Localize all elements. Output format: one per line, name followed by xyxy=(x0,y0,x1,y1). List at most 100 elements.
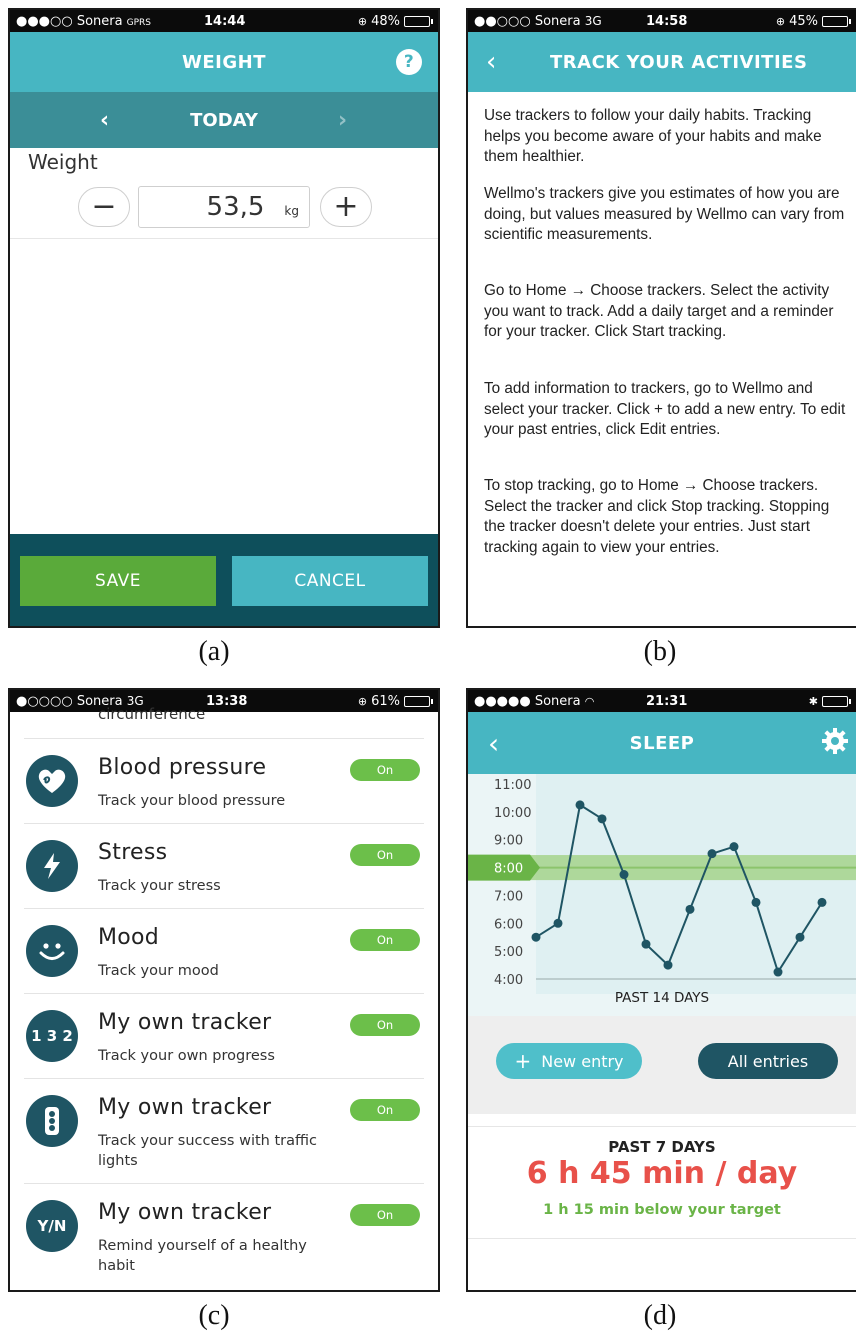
y-tick-label: 4:00 xyxy=(494,973,523,988)
rotation-lock-icon: ⊕ xyxy=(357,14,368,28)
tracker-toggle[interactable]: On xyxy=(350,1014,420,1036)
carrier-label: ●●○○○ Sonera 3G xyxy=(474,14,602,29)
weight-input[interactable]: 53,5 kg xyxy=(138,186,310,228)
bluetooth-icon: ✱ xyxy=(808,694,818,708)
sleep-point xyxy=(817,897,827,907)
y-tick-label: 6:00 xyxy=(494,917,523,932)
sleep-chart-area: 11:00 10:00 9:00 8:00 7:00 6:00 5:00 4:00 xyxy=(468,774,856,1016)
weight-value: 53,5 xyxy=(206,192,265,222)
carrier-text: ●●○○○ Sonera xyxy=(474,13,581,29)
y-tick-label: 11:00 xyxy=(494,778,531,793)
sleep-point xyxy=(619,870,629,880)
sleep-point xyxy=(531,932,541,942)
tracker-row[interactable]: Blood pressure Track your blood pressure… xyxy=(24,738,424,823)
tracker-toggle[interactable]: On xyxy=(350,929,420,951)
divider xyxy=(468,1238,856,1239)
weight-label: Weight xyxy=(28,150,98,174)
tracker-subtitle: Remind yourself of a healthy habit xyxy=(98,1238,307,1274)
tracker-row[interactable]: Stress Track your stress On xyxy=(24,823,424,908)
yes-no-icon: Y/N xyxy=(26,1200,78,1252)
back-button[interactable]: ‹ xyxy=(486,47,497,77)
carrier-text: ●●●●● Sonera xyxy=(474,693,581,709)
network-label: GPRS xyxy=(126,17,151,28)
tracker-title: My own tracker xyxy=(98,1010,272,1035)
tracker-row[interactable]: 1 3 2 My own tracker Track your own prog… xyxy=(24,993,424,1078)
tracker-row[interactable]: Mood Track your mood On xyxy=(24,908,424,993)
tracker-title: My own tracker xyxy=(98,1095,272,1120)
battery-icon xyxy=(822,695,851,707)
tracker-subtitle: Track your own progress xyxy=(98,1048,275,1064)
heart-pulse-icon xyxy=(26,755,78,807)
caption-c: (c) xyxy=(198,1300,230,1331)
tracker-toggle[interactable]: On xyxy=(350,759,420,781)
tracker-title: Stress xyxy=(98,840,168,865)
caption-b: (b) xyxy=(643,636,677,667)
page-title: SLEEP xyxy=(629,732,695,754)
status-bar: ●○○○○ Sonera 3G 13:38 ⊕ 61% xyxy=(10,690,438,712)
battery-percent: 45% xyxy=(789,13,818,29)
target-difference: 1 h 15 min below your target xyxy=(543,1202,781,1218)
battery-indicator: ⊕ 61% xyxy=(358,694,433,709)
battery-icon xyxy=(404,15,433,27)
tracker-toggle[interactable]: On xyxy=(350,1099,420,1121)
rotation-lock-icon: ⊕ xyxy=(775,14,786,28)
decrease-button[interactable]: − xyxy=(78,187,130,227)
sleep-point xyxy=(641,939,651,949)
divider xyxy=(468,1126,856,1127)
tracker-toggle[interactable]: On xyxy=(350,1204,420,1226)
battery-icon xyxy=(404,695,433,707)
status-bar: ●●○○○ Sonera 3G 14:58 ⊕ 45% xyxy=(468,10,856,32)
chart-x-label: PAST 14 DAYS xyxy=(614,990,710,1006)
next-day-button[interactable]: › xyxy=(338,108,347,133)
tracker-subtitle: Track your blood pressure xyxy=(98,793,286,809)
numbers-icon: 1 3 2 xyxy=(26,1010,78,1062)
smiley-icon xyxy=(26,925,78,977)
caption-a: (a) xyxy=(198,636,230,667)
increase-button[interactable]: + xyxy=(320,187,372,227)
sleep-chart: 11:00 10:00 9:00 8:00 7:00 6:00 5:00 4:00 xyxy=(468,774,856,994)
sleep-point xyxy=(553,918,563,928)
y-tick-label: 5:00 xyxy=(494,945,523,960)
info-screen: ●●○○○ Sonera 3G 14:58 ⊕ 45% ‹ TRACK YOUR… xyxy=(466,8,856,628)
save-button[interactable]: SAVE xyxy=(20,556,216,606)
summary-label: PAST 7 DAYS xyxy=(608,1138,716,1156)
cancel-button[interactable]: CANCEL xyxy=(232,556,428,606)
gear-icon[interactable] xyxy=(820,726,850,761)
clock: 14:58 xyxy=(646,13,688,29)
y-tick-label: 7:00 xyxy=(494,889,523,904)
tracker-row[interactable]: Y/N My own tracker Remind yourself of a … xyxy=(24,1183,424,1288)
help-icon[interactable]: ? xyxy=(396,49,422,75)
sleep-point xyxy=(795,932,805,942)
sleep-point xyxy=(773,967,783,977)
tracker-toggle[interactable]: On xyxy=(350,844,420,866)
clock: 14:44 xyxy=(204,13,246,29)
status-bar: ●●●●● Sonera ◠ 21:31 ✱ xyxy=(468,690,856,712)
actions-area: + New entry All entries xyxy=(468,1016,856,1114)
battery-indicator: ✱ xyxy=(808,694,851,708)
status-bar: ●●●○○ Sonera GPRS 14:44 ⊕ 48% xyxy=(10,10,438,32)
tracker-subtitle: Track your mood xyxy=(98,963,219,979)
caption-d: (d) xyxy=(643,1300,677,1331)
divider xyxy=(10,238,438,239)
sleep-point xyxy=(707,849,717,859)
wifi-icon: ◠ xyxy=(584,694,595,708)
y-tick-label: 9:00 xyxy=(494,834,523,849)
clock: 21:31 xyxy=(646,693,688,709)
sleep-point xyxy=(729,842,739,852)
back-button[interactable]: ‹ xyxy=(488,727,500,760)
tracker-title: My own tracker xyxy=(98,1200,272,1225)
battery-percent: 48% xyxy=(371,13,400,29)
info-paragraph: To add information to trackers, go to We… xyxy=(484,380,846,438)
day-navigator: ‹ TODAY › xyxy=(10,92,438,148)
sleep-average: 6 h 45 min / day xyxy=(526,1156,798,1191)
y-tick-label: 10:00 xyxy=(494,806,531,821)
new-entry-button[interactable]: + New entry xyxy=(496,1043,642,1079)
tracker-row[interactable]: My own tracker Track your success with t… xyxy=(24,1078,424,1169)
page-title: WEIGHT xyxy=(182,51,266,73)
previous-day-button[interactable]: ‹ xyxy=(100,108,109,133)
sleep-point xyxy=(597,814,607,824)
trackers-screen: ●○○○○ Sonera 3G 13:38 ⊕ 61% circumferenc… xyxy=(8,688,440,1292)
sleep-point xyxy=(685,904,695,914)
all-entries-button[interactable]: All entries xyxy=(698,1043,838,1079)
carrier-label: ●●●○○ Sonera GPRS xyxy=(16,14,151,29)
